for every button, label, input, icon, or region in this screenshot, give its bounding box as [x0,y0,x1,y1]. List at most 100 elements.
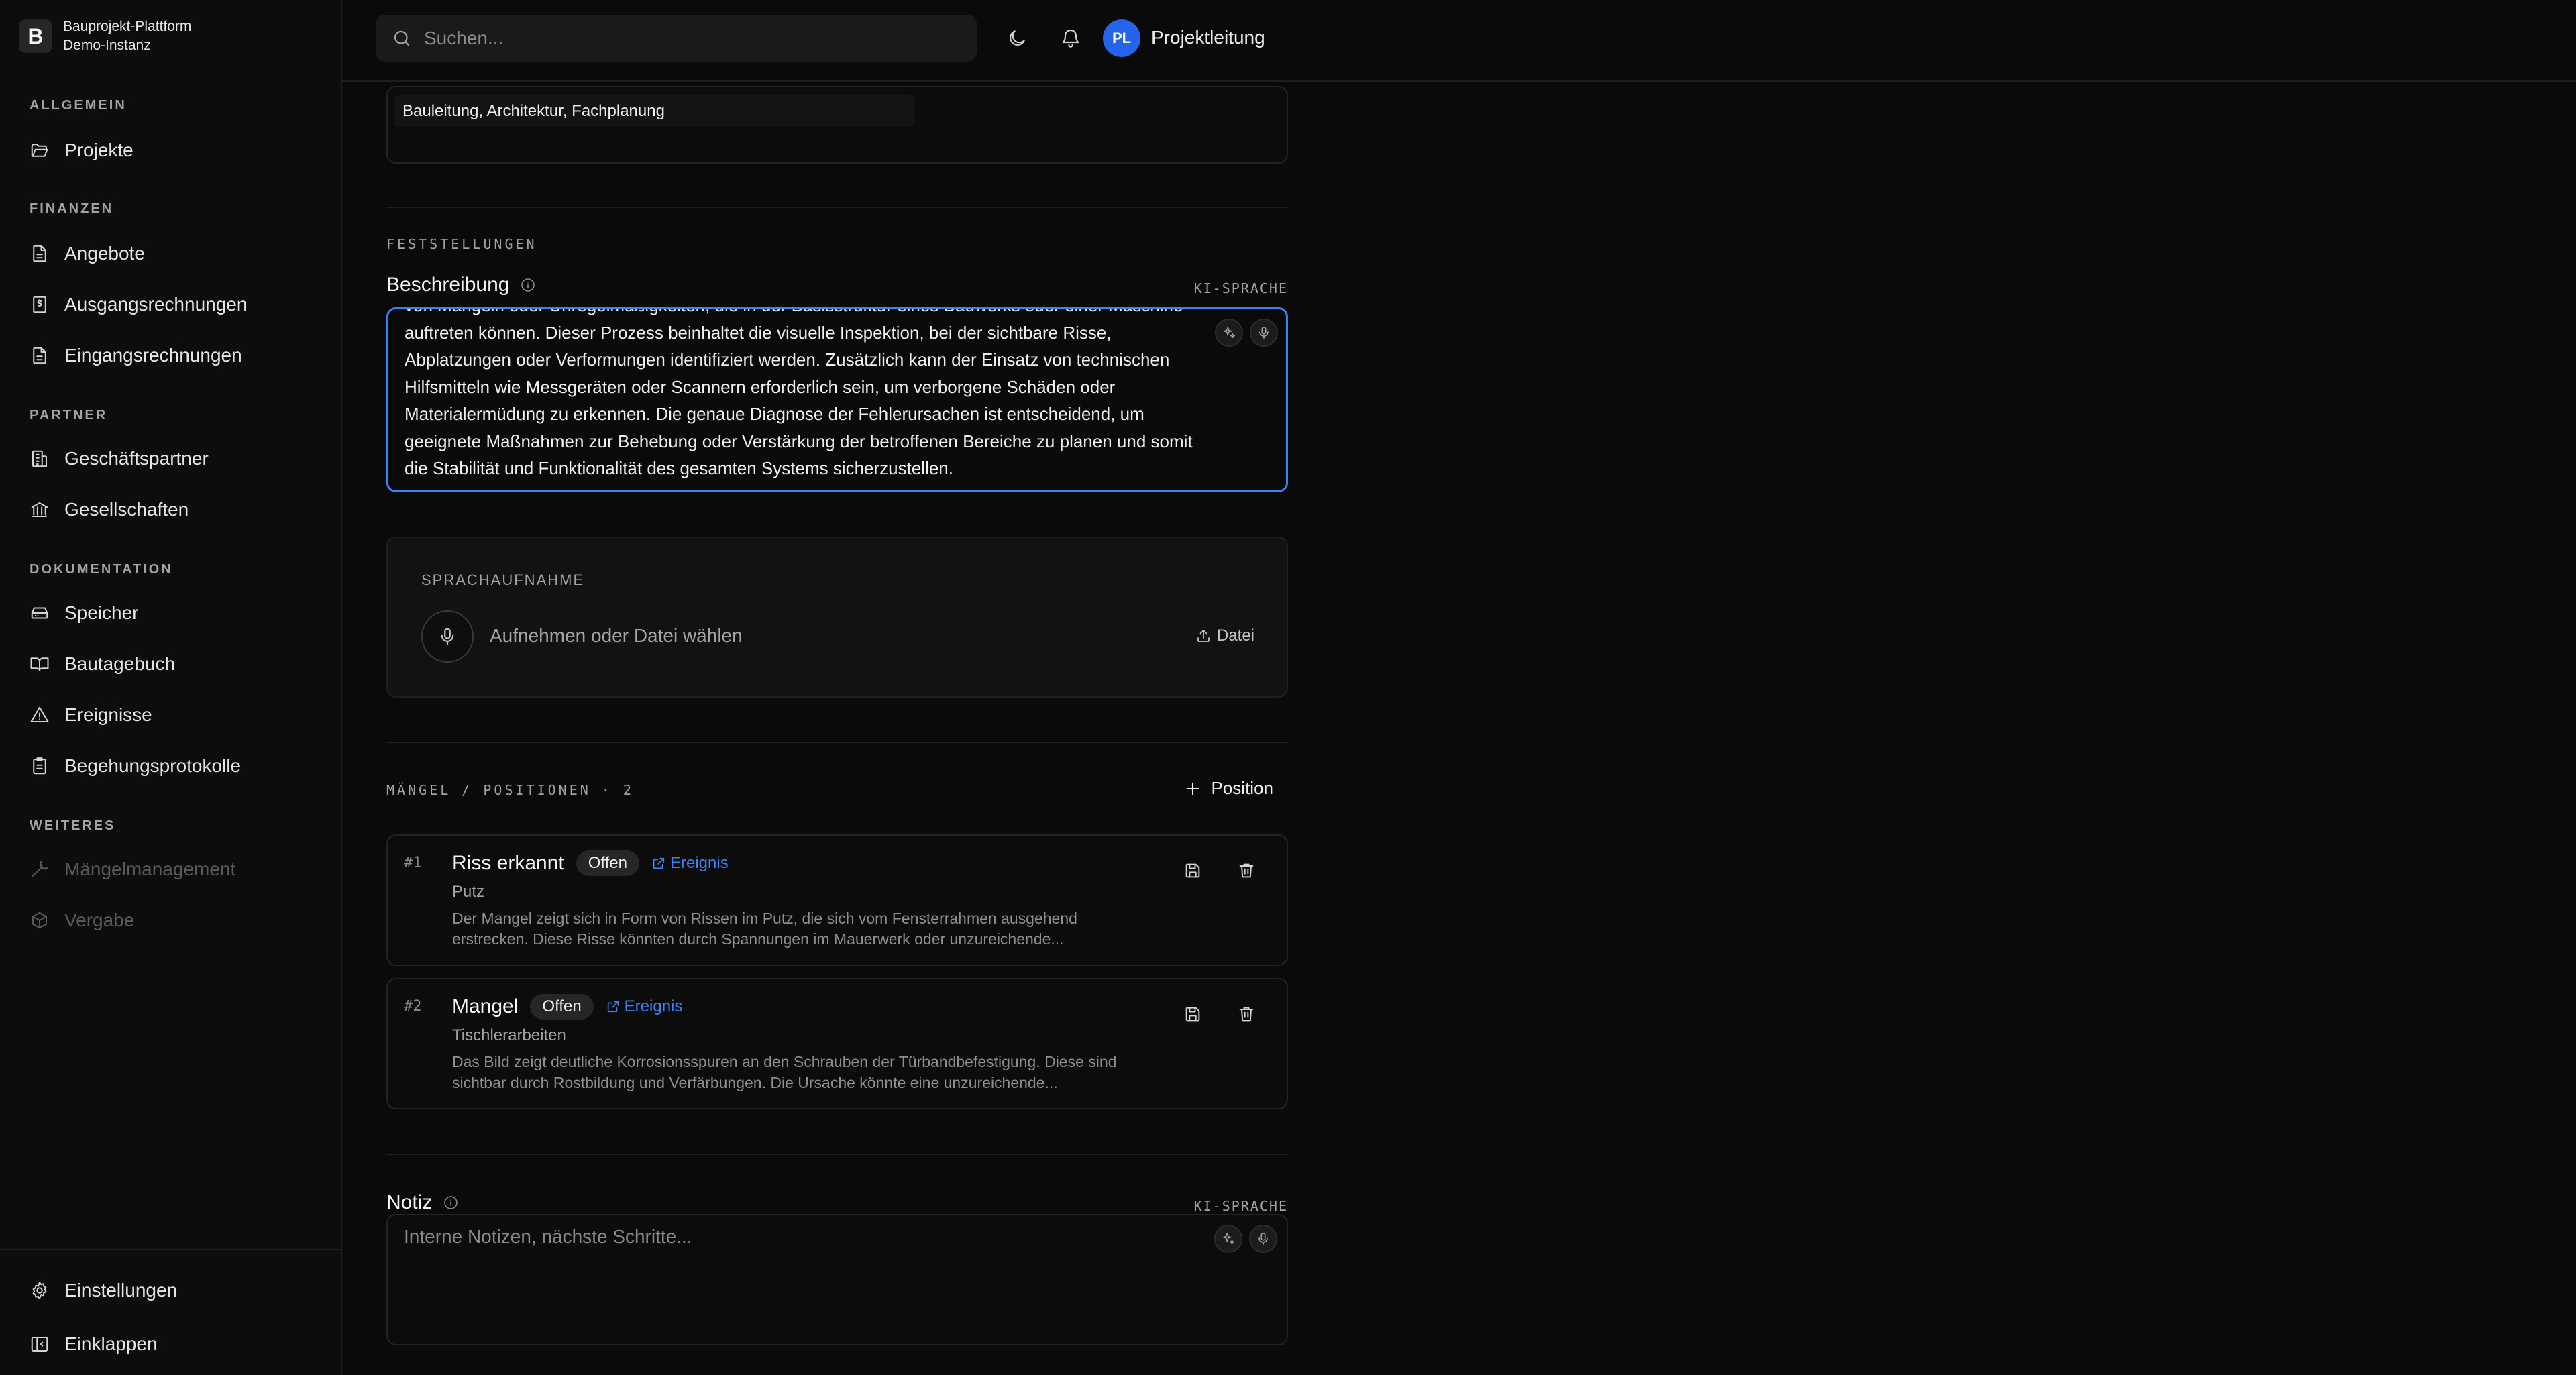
clipboard-icon [33,757,46,775]
dictate-button[interactable] [1250,319,1278,347]
voice-heading: SPRACHAUFNAHME [421,571,585,588]
event-link[interactable]: Ereignis [651,854,729,873]
sidebar-item-label: Speicher [64,602,139,623]
position-trade: Putz [452,883,485,901]
status-badge: Offen [530,994,594,1020]
sidebar-item-label: Geschäftspartner [64,448,209,469]
trash-icon [1239,863,1254,878]
dictate-button[interactable] [1249,1225,1277,1253]
sparkles-icon [1223,327,1235,339]
voice-prompt[interactable]: Aufnehmen oder Datei wählen [490,625,743,647]
note-label: Notiz [386,1191,459,1214]
voice-recording-card: SPRACHAUFNAHME Aufnehmen oder Datei wähl… [386,537,1288,698]
info-icon[interactable] [443,1195,459,1211]
section-allgemein: ALLGEMEIN [30,98,127,113]
sidebar-item-eingangsrechnungen[interactable]: Eingangsrechnungen [30,339,242,372]
positions-heading: MÄNGEL / POSITIONEN · 2 [386,782,634,798]
external-link-icon [607,1001,619,1013]
upload-file-label: Datei [1216,626,1254,645]
note-ai-language[interactable]: KI-SPRACHE [1194,1198,1288,1214]
sidebar-item-label: Bautagebuch [64,653,176,674]
ai-improve-button[interactable] [1214,1225,1242,1253]
description-label-text: Beschreibung [386,274,510,296]
position-number: #2 [404,998,422,1015]
divider [386,742,1288,743]
sidebar-item-label: Mängelmanagement [64,859,236,879]
settings-button[interactable]: Einstellungen [30,1274,177,1307]
sidebar-item-bautagebuch[interactable]: Bautagebuch [30,648,175,680]
upload-file-button[interactable]: Datei [1195,626,1254,645]
collapse-sidebar-button[interactable]: Einklappen [30,1328,158,1360]
search-input[interactable] [423,27,946,50]
user-name[interactable]: Projektleitung [1151,27,1265,48]
hard-drive-icon [31,607,48,619]
sidebar-item-speicher[interactable]: Speicher [30,597,139,629]
sidebar-item-label: Ereignisse [64,704,152,725]
ai-improve-button[interactable] [1215,319,1243,347]
section-weiteres: WEITERES [30,818,116,833]
sidebar-item-geschaeftspartner[interactable]: Geschäftspartner [30,443,209,475]
delete-position-button[interactable] [1232,856,1261,885]
sidebar-item-ereignisse[interactable]: Ereignisse [30,699,152,731]
sparkles-icon [1222,1233,1234,1245]
book-open-icon [30,657,49,671]
avatar[interactable]: PL [1103,19,1140,57]
description-text[interactable]: von Mängeln oder Unregelmäßigkeiten, die… [405,309,1210,482]
note-textarea[interactable]: Interne Notizen, nächste Schritte... [386,1214,1288,1345]
sidebar-item-label: Ausgangsrechnungen [64,294,248,315]
topbar: PL Projektleitung [342,0,2576,82]
section-partner: PARTNER [30,408,108,423]
position-item[interactable]: #2 Mangel Offen Ereignis Tischlerarbeite… [386,978,1288,1109]
theme-toggle-button[interactable] [1002,23,1032,53]
wrench-icon [32,861,48,877]
sidebar-divider [0,1249,342,1250]
record-button[interactable] [421,610,474,663]
search-icon [394,30,410,46]
sidebar-item-projekte[interactable]: Projekte [30,134,133,166]
settings-label: Einstellungen [64,1280,178,1301]
plus-icon [1186,782,1199,795]
description-label: Beschreibung [386,274,536,296]
notifications-button[interactable] [1056,23,1085,53]
search-bar[interactable] [376,15,977,62]
sidebar-item-gesellschaften[interactable]: Gesellschaften [30,494,189,526]
bank-icon [31,502,48,517]
sidebar-item-ausgangsrechnungen[interactable]: Ausgangsrechnungen [30,288,247,321]
sidebar-item-vergabe[interactable]: Vergabe [30,904,134,936]
position-description: Das Bild zeigt deutliche Korrosionsspure… [452,1053,1117,1091]
position-item[interactable]: #1 Riss erkannt Offen Ereignis Putz Der … [386,834,1288,966]
save-position-button[interactable] [1178,999,1208,1029]
delete-position-button[interactable] [1232,999,1261,1029]
sidebar-item-begehungsprotokolle[interactable]: Begehungsprotokolle [30,750,241,782]
divider [386,1154,1288,1155]
sidebar-item-angebote[interactable]: Angebote [30,237,145,270]
brand[interactable]: B Bauprojekt-Plattform Demo-Instanz [19,17,191,55]
mic-icon [1258,1232,1268,1246]
section-dokumentation: DOKUMENTATION [30,562,173,577]
status-badge: Offen [576,850,639,876]
sidebar-item-label: Eingangsrechnungen [64,345,242,366]
description-textarea[interactable]: von Mängeln oder Unregelmäßigkeiten, die… [386,307,1288,492]
save-position-button[interactable] [1178,856,1208,885]
info-icon[interactable] [520,277,536,293]
moon-icon [1010,30,1025,46]
event-link[interactable]: Ereignis [606,997,682,1016]
external-link-icon [653,857,665,869]
section-finanzen: FINANZEN [30,201,114,216]
participants-value[interactable]: Bauleitung, Architektur, Fachplanung [394,95,914,127]
divider [386,207,1288,208]
description-ai-language[interactable]: KI-SPRACHE [1194,280,1288,296]
brand-logo: B [19,19,52,53]
add-position-button[interactable]: Position [1183,778,1273,799]
note-placeholder[interactable]: Interne Notizen, nächste Schritte... [404,1226,692,1248]
bell-icon [1062,30,1079,48]
position-trade: Tischlerarbeiten [452,1026,566,1044]
package-icon [32,912,47,929]
position-title: Mangel [452,995,519,1018]
note-label-text: Notiz [386,1191,433,1213]
sidebar-item-maengelmanagement[interactable]: Mängelmanagement [30,853,235,885]
gear-icon [32,1282,47,1299]
position-title: Riss erkannt [452,852,564,874]
sidebar-item-label: Projekte [64,140,133,160]
save-icon [1185,863,1200,878]
